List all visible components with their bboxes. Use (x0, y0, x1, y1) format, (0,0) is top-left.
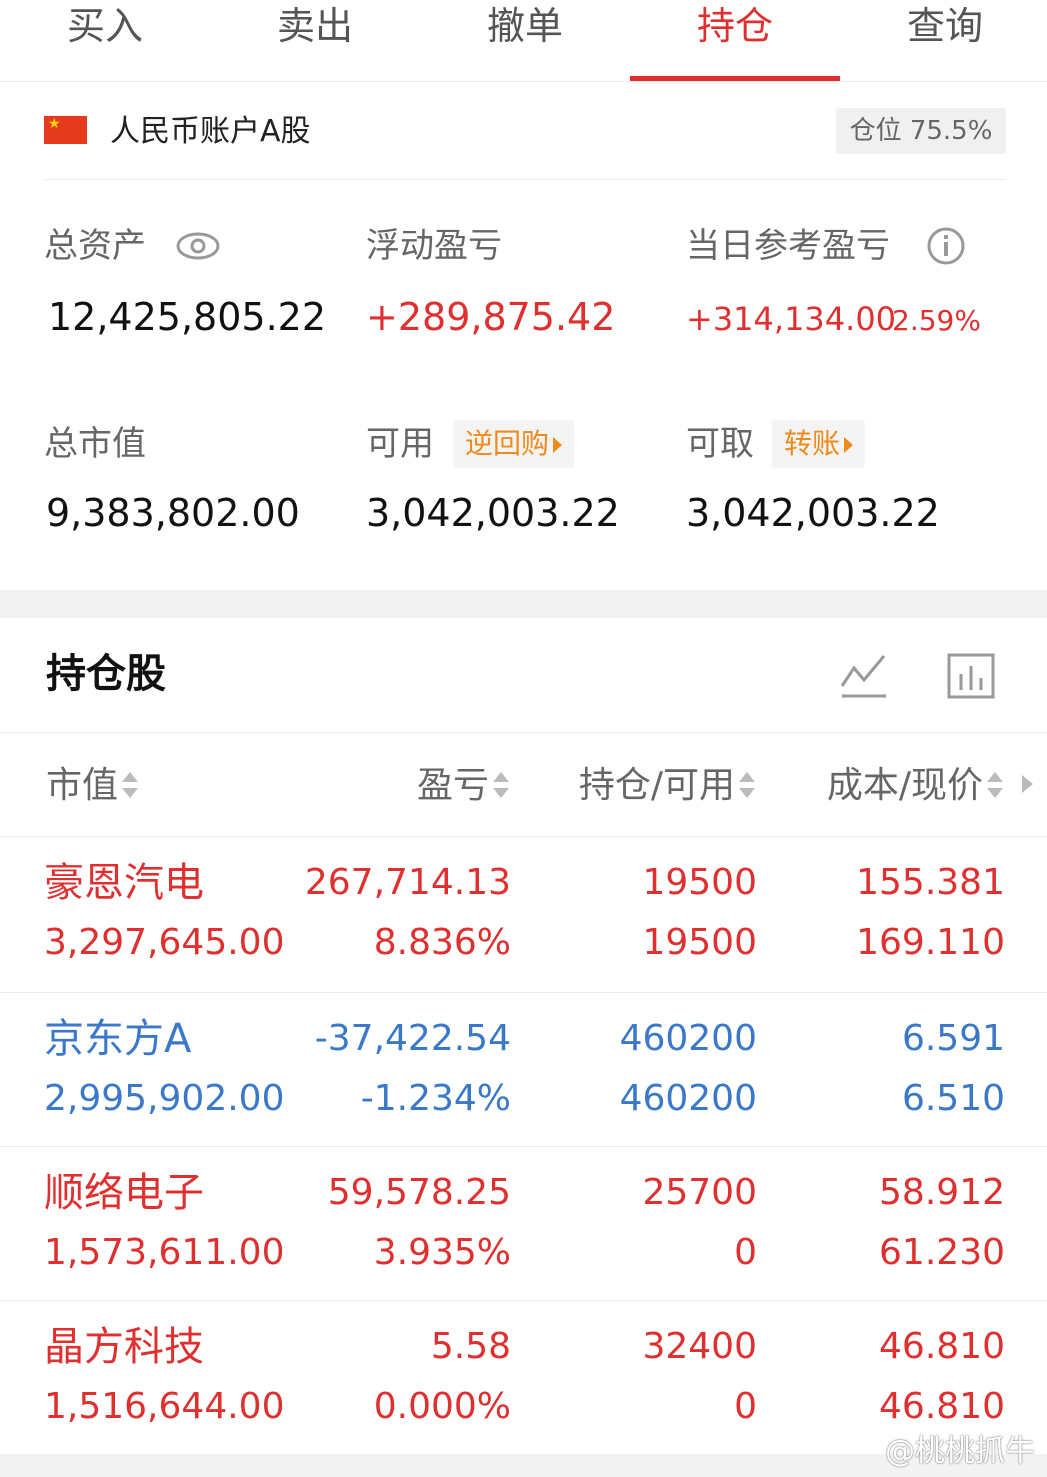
col-cost-price[interactable]: 成本/现价 (827, 763, 1005, 809)
row-divider (0, 836, 1047, 837)
stock-profit-loss: 5.58 (430, 1326, 511, 1367)
stock-position: 19500 (642, 862, 757, 903)
stock-cost: 58.912 (879, 1172, 1005, 1213)
stock-profit-loss-percent: 8.836% (373, 922, 511, 963)
daily-pl-percent: 2.59% (892, 304, 981, 337)
holding-row[interactable]: 晶方科技 1,516,644.00 5.58 0.000% 32400 0 46.810 46… (0, 1300, 1047, 1454)
stock-price: 61.230 (879, 1232, 1005, 1273)
arrow-right-icon (553, 437, 563, 453)
account-name[interactable]: 人民币账户A股 (110, 112, 311, 152)
col-profit-loss[interactable]: 盈亏 (417, 763, 511, 809)
sort-icon (737, 770, 757, 804)
watermark: @桃桃抓牛 (885, 1434, 1035, 1469)
stock-profit-loss: 59,578.25 (327, 1172, 511, 1213)
stock-profit-loss: -37,422.54 (314, 1018, 511, 1059)
stock-position: 460200 (619, 1018, 757, 1059)
sort-icon (120, 770, 140, 804)
stock-available: 460200 (619, 1078, 757, 1119)
info-icon[interactable] (926, 226, 966, 266)
sort-icon (491, 770, 511, 804)
stock-available: 0 (734, 1232, 757, 1273)
reverse-repo-button[interactable]: 逆回购 (453, 420, 575, 468)
transfer-button[interactable]: 转账 (772, 420, 866, 468)
holding-row[interactable]: 豪恩汽电 3,297,645.00 267,714.13 8.836% 19500 195… (0, 836, 1047, 990)
transfer-label: 转账 (784, 427, 841, 460)
stock-market-value: 2,995,902.00 (44, 1078, 285, 1119)
stock-name: 京东方A (44, 1016, 192, 1062)
stock-name: 豪恩汽电 (44, 860, 204, 906)
sort-icon (985, 770, 1005, 804)
stock-position: 32400 (642, 1326, 757, 1367)
account-header: ★ 人民币账户A股 仓位 75.5% (44, 100, 1006, 180)
stock-price: 6.510 (901, 1078, 1005, 1119)
available-label: 可用 (366, 424, 434, 464)
active-tab-indicator (630, 76, 840, 81)
daily-pl-value: +314,134.00 (686, 300, 897, 338)
floating-pl-value: +289,875.42 (366, 295, 616, 339)
top-tab-bar: 买入 卖出 撤单 持仓 查询 (0, 0, 1047, 82)
section-separator (0, 590, 1047, 618)
bar-chart-icon[interactable] (946, 650, 998, 702)
eye-icon[interactable] (176, 230, 220, 262)
stock-available: 0 (734, 1386, 757, 1427)
row-divider (0, 1300, 1047, 1301)
holding-row[interactable]: 顺络电子 1,573,611.00 59,578.25 3.935% 25700 0 58.… (0, 1146, 1047, 1300)
tab-cancel[interactable]: 撤单 (420, 0, 630, 82)
col-position-available[interactable]: 持仓/可用 (579, 763, 757, 809)
china-flag-icon: ★ (44, 116, 87, 144)
tab-holdings[interactable]: 持仓 (630, 0, 840, 82)
stock-profit-loss-percent: 0.000% (373, 1386, 511, 1427)
stock-market-value: 1,516,644.00 (44, 1386, 285, 1427)
stock-profit-loss: 267,714.13 (304, 862, 511, 903)
arrow-right-icon (844, 437, 854, 453)
stock-name: 晶方科技 (44, 1324, 204, 1370)
total-assets-label: 总资产 (44, 226, 146, 266)
line-chart-icon[interactable] (838, 650, 890, 702)
stock-market-value: 3,297,645.00 (44, 922, 285, 963)
stock-name: 顺络电子 (44, 1170, 204, 1216)
stock-available: 19500 (642, 922, 757, 963)
stock-cost: 46.810 (879, 1326, 1005, 1367)
holdings-title: 持仓股 (46, 651, 166, 697)
available-value: 3,042,003.22 (366, 491, 620, 535)
stock-price: 169.110 (856, 922, 1005, 963)
stock-market-value: 1,573,611.00 (44, 1232, 285, 1273)
stock-cost: 155.381 (856, 862, 1005, 903)
market-value-label: 总市值 (44, 424, 146, 464)
stock-position: 25700 (642, 1172, 757, 1213)
stock-price: 46.810 (879, 1386, 1005, 1427)
row-divider (0, 992, 1047, 993)
position-ratio-badge: 仓位 75.5% (836, 108, 1006, 154)
withdrawable-label: 可取 (686, 424, 754, 464)
holding-row[interactable]: 京东方A 2,995,902.00 -37,422.54 -1.234% 460200 4… (0, 992, 1047, 1146)
scroll-right-icon[interactable] (1022, 775, 1033, 793)
tab-sell[interactable]: 卖出 (210, 0, 420, 82)
tab-buy[interactable]: 买入 (0, 0, 210, 82)
col-market-value[interactable]: 市值 (46, 763, 140, 809)
floating-pl-label: 浮动盈亏 (366, 226, 502, 266)
row-divider (0, 1146, 1047, 1147)
stock-profit-loss-percent: -1.234% (360, 1078, 511, 1119)
holdings-column-header: 市值 盈亏 持仓/可用 成本/现价 (0, 732, 1047, 836)
stock-profit-loss-percent: 3.935% (373, 1232, 511, 1273)
tab-query[interactable]: 查询 (840, 0, 1047, 82)
withdrawable-value: 3,042,003.22 (686, 491, 940, 535)
daily-pl-label: 当日参考盈亏 (686, 226, 890, 266)
stock-cost: 6.591 (901, 1018, 1005, 1059)
total-assets-value: 12,425,805.22 (48, 295, 327, 339)
market-value-value: 9,383,802.00 (46, 491, 300, 535)
reverse-repo-label: 逆回购 (465, 427, 550, 460)
